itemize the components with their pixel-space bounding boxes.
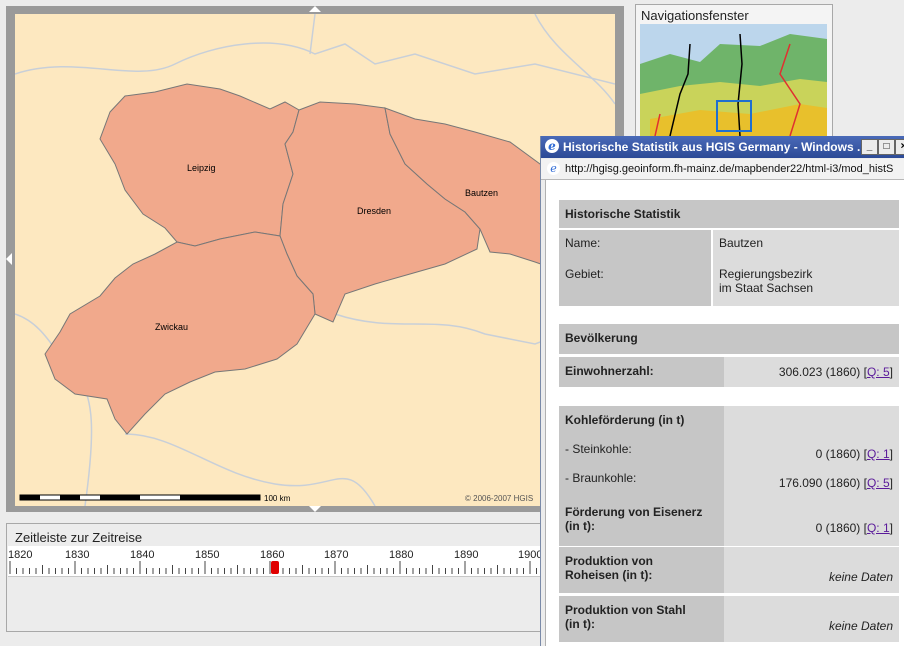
brown-coal-value: 176.090 (1860) — [778, 476, 861, 490]
population-header: Bevölkerung — [559, 324, 899, 354]
steel-label-line2: (in t): — [565, 617, 595, 631]
name-label: Name: Gebiet: — [559, 230, 711, 306]
hard-coal-label: - Steinkohle: — [565, 442, 632, 456]
label-bautzen: Bautzen — [465, 188, 498, 198]
population-source-link[interactable]: Q: 5 — [867, 365, 890, 379]
border-line — [534, 14, 615, 105]
pig-iron-value: keine Daten — [724, 547, 899, 593]
timeline-panel: Zeitleiste zur Zeitreise 1820 1830 1840 … — [6, 523, 626, 632]
map-frame: Leipzig Dresden Bautzen Zwickau 100 km ©… — [6, 6, 624, 512]
coal-header: Kohleförderung (in t) — [565, 413, 685, 427]
overview-map-svg — [640, 24, 827, 136]
navigation-window-title: Navigationsfenster — [641, 8, 749, 23]
area-label-text: Gebiet: — [565, 267, 604, 281]
label-zwickau: Zwickau — [155, 322, 188, 332]
ie-icon: e — [547, 162, 560, 175]
popup-title: Historische Statistik aus HGIS Germany -… — [563, 140, 867, 154]
name-label-text: Name: — [565, 236, 601, 250]
name-value: Bautzen — [719, 236, 764, 250]
population-value-cell: 306.023 (1860) [Q: 5] — [724, 357, 899, 387]
timeline-ruler[interactable]: 1820 1830 1840 1850 1860 1870 1880 1890 … — [8, 546, 624, 577]
iron-ore-source-link[interactable]: Q: 1 — [867, 521, 890, 535]
statistics-popup-window: e Historische Statistik aus HGIS Germany… — [540, 136, 904, 646]
border-line — [15, 42, 615, 85]
map-copyright: © 2006-2007 HGIS — [465, 494, 533, 503]
pan-west-icon[interactable] — [6, 253, 12, 265]
iron-ore-value-cell: 0 (1860) [Q: 1] — [724, 498, 899, 544]
label-leipzig: Leipzig — [187, 163, 216, 173]
minimize-button[interactable]: _ — [861, 139, 878, 155]
population-value: 306.023 (1860) — [778, 365, 861, 379]
name-value-cell: Bautzen Regierungsbezirk im Staat Sachse… — [713, 230, 899, 306]
steel-value: keine Daten — [724, 596, 899, 642]
brown-coal-label: - Braunkohle: — [565, 471, 637, 485]
scalebar-label: 100 km — [264, 494, 291, 503]
pan-north-icon[interactable] — [309, 6, 321, 12]
popup-content: Historische Statistik Name: Gebiet: Baut… — [545, 180, 904, 646]
map-svg: Leipzig Dresden Bautzen Zwickau 100 km ©… — [15, 14, 615, 506]
timeline-title: Zeitleiste zur Zeitreise — [15, 530, 143, 545]
pig-iron-label: Produktion von Roheisen (in t): — [559, 547, 724, 593]
popup-address-bar[interactable]: e http://hgisg.geoinform.fh-mainz.de/map… — [541, 159, 904, 180]
hard-coal-value: 0 (1860) — [815, 447, 861, 461]
hard-coal-source-link[interactable]: Q: 1 — [867, 447, 890, 461]
border-line — [309, 14, 316, 55]
population-label: Einwohnerzahl: — [559, 357, 724, 387]
maximize-button[interactable]: □ — [878, 139, 895, 155]
area-value-line2: im Staat Sachsen — [719, 281, 814, 295]
close-button[interactable]: × — [895, 139, 904, 155]
pig-iron-label-line1: Produktion von — [565, 554, 653, 568]
iron-ore-label-line2: (in t): — [565, 519, 595, 533]
steel-label-line1: Produktion von Stahl — [565, 603, 686, 617]
brown-coal-source-link[interactable]: Q: 5 — [867, 476, 890, 490]
area-value-line1: Regierungsbezirk — [719, 267, 813, 281]
pan-south-icon[interactable] — [309, 506, 321, 512]
iron-ore-label: Förderung von Eisenerz (in t): — [559, 498, 724, 544]
iron-ore-value: 0 (1860) — [815, 521, 861, 535]
label-dresden: Dresden — [357, 206, 391, 216]
popup-titlebar[interactable]: e Historische Statistik aus HGIS Germany… — [541, 136, 904, 158]
region-zwickau[interactable] — [44, 231, 316, 435]
steel-label: Produktion von Stahl (in t): — [559, 596, 724, 642]
iron-ore-label-line1: Förderung von Eisenerz — [565, 505, 703, 519]
map-canvas[interactable]: Leipzig Dresden Bautzen Zwickau 100 km ©… — [15, 14, 615, 506]
navigation-window: Navigationsfenster — [635, 4, 833, 138]
ie-icon: e — [545, 139, 559, 153]
scalebar — [19, 494, 261, 501]
timeline-ticks — [9, 561, 622, 574]
pig-iron-label-line2: Roheisen (in t): — [565, 568, 653, 582]
popup-url[interactable]: http://hgisg.geoinform.fh-mainz.de/mapbe… — [565, 163, 893, 175]
overview-map[interactable] — [640, 24, 827, 136]
section-title: Historische Statistik — [559, 200, 899, 228]
timeline-year-marker[interactable] — [271, 561, 279, 574]
